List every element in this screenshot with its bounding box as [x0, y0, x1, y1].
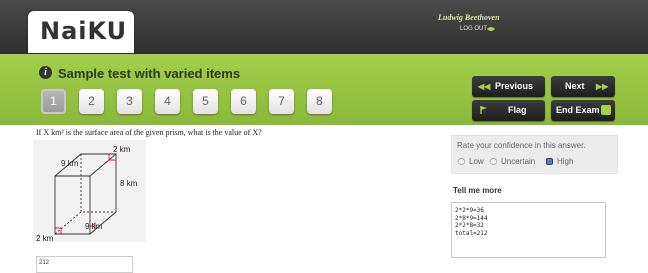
logo-text: NaiKU: [40, 17, 128, 45]
label-bottom-width: 9 km: [85, 222, 103, 231]
notes-line: total=212: [455, 229, 488, 237]
notes-line: 2*2*8=32: [455, 222, 484, 229]
question-nav-1[interactable]: 1: [41, 89, 66, 114]
question-nav-5[interactable]: 5: [193, 89, 218, 114]
question-nav-6[interactable]: 6: [231, 89, 256, 114]
user-name: Ludwig Beethoven: [438, 13, 500, 22]
logo[interactable]: NaiKU: [28, 11, 134, 53]
previous-label: Previous: [495, 81, 534, 91]
confidence-panel: Rate your confidence in this answer. Low…: [451, 135, 618, 174]
confidence-low-label: Low: [469, 157, 484, 166]
end-exam-button[interactable]: End Exam: [551, 100, 615, 121]
question-nav-7[interactable]: 7: [269, 89, 294, 114]
confidence-uncertain[interactable]: Uncertain: [490, 157, 535, 166]
notes-textarea[interactable]: 2*2*9=36 2*8*9=144 2*2*8=32 total=212: [451, 202, 606, 258]
next-label: Next: [565, 81, 585, 91]
end-exam-label: End Exam: [556, 105, 600, 115]
question-nav-8[interactable]: 8: [307, 89, 332, 114]
test-title: Sample test with varied items: [58, 66, 241, 81]
confidence-title: Rate your confidence in this answer.: [457, 141, 586, 150]
end-exam-icon: [601, 105, 611, 115]
radio-low[interactable]: [458, 158, 465, 165]
label-top-width: 9 km: [61, 159, 79, 168]
tell-more-title: Tell me more: [453, 186, 502, 195]
flag-button[interactable]: Flag: [472, 100, 545, 121]
previous-button[interactable]: ◀◀ Previous: [472, 76, 545, 97]
question-nav-4[interactable]: 4: [155, 89, 180, 114]
confidence-uncertain-label: Uncertain: [501, 157, 536, 166]
question-nav-3[interactable]: 3: [117, 89, 142, 114]
flag-icon: [480, 106, 487, 114]
prism-diagram: 9 km 2 km 8 km 9 km 2 km: [36, 145, 138, 243]
logout-link[interactable]: LOG OUT: [460, 26, 487, 32]
confidence-high[interactable]: High: [546, 157, 573, 166]
question-text: If X km² is the surface area of the give…: [36, 128, 262, 137]
fast-forward-icon: ▶▶: [596, 82, 609, 91]
label-height: 8 km: [120, 179, 138, 188]
rewind-icon: ◀◀: [478, 82, 491, 91]
info-icon[interactable]: i: [39, 66, 52, 79]
answer-input[interactable]: 212: [36, 256, 133, 273]
radio-uncertain[interactable]: [490, 158, 497, 165]
radio-high[interactable]: [546, 158, 553, 165]
label-top-depth: 2 km: [113, 145, 131, 154]
question-nav-2[interactable]: 2: [79, 89, 104, 114]
next-button[interactable]: Next ▶▶: [551, 76, 615, 97]
flag-label: Flag: [508, 105, 527, 115]
notes-line: 2*2*9=36: [455, 207, 484, 214]
label-bottom-depth: 2 km: [36, 234, 54, 242]
confidence-high-label: High: [557, 157, 574, 166]
logout-icon[interactable]: [486, 25, 496, 33]
prism-figure: 9 km 2 km 8 km 9 km 2 km: [33, 140, 146, 243]
notes-line: 2*8*9=144: [455, 214, 488, 222]
confidence-low[interactable]: Low: [458, 157, 484, 166]
